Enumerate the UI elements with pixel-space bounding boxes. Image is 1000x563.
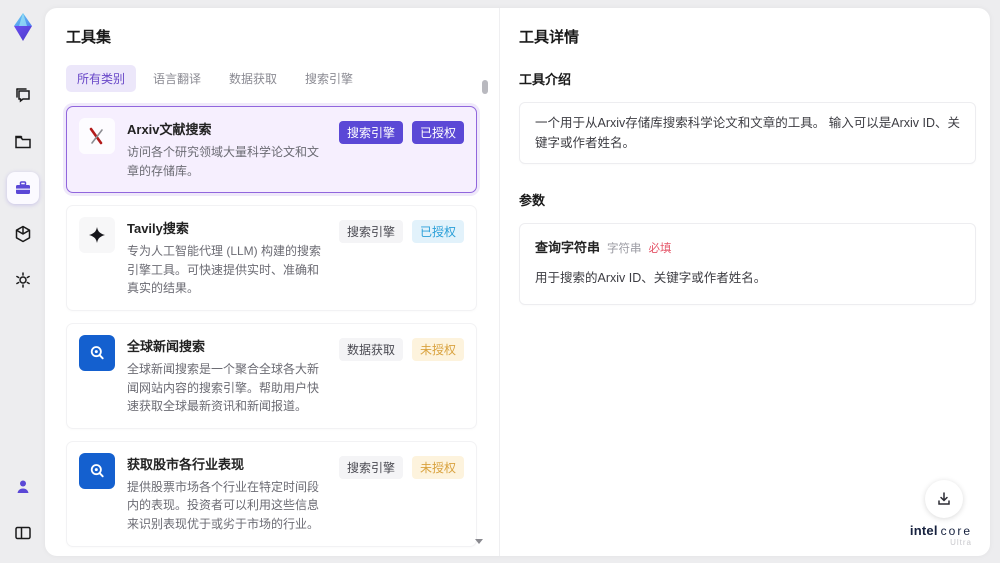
sidebar-item-files[interactable] bbox=[7, 126, 39, 158]
category-tabs: 所有类别 语言翻译 数据获取 搜索引擎 bbox=[66, 65, 477, 92]
category-badge: 数据获取 bbox=[338, 337, 403, 361]
sidebar-item-account[interactable] bbox=[7, 471, 39, 503]
main-window: 工具集 所有类别 语言翻译 数据获取 搜索引擎 Arxiv文献搜索 访问各个研究… bbox=[45, 8, 990, 556]
tool-badges: 搜索引擎 未授权 bbox=[338, 453, 464, 534]
tool-card[interactable]: 全球新闻搜索 全球新闻搜索是一个聚合全球各大新闻网站内容的搜索引擎。帮助用户快速… bbox=[66, 322, 477, 429]
tool-name: 全球新闻搜索 bbox=[127, 338, 206, 354]
detail-title: 工具详情 bbox=[519, 29, 580, 46]
tool-badges: 搜索引擎 已授权 bbox=[338, 118, 464, 180]
cube-icon bbox=[15, 225, 30, 243]
tool-badges: 数据获取 未授权 bbox=[338, 335, 464, 416]
download-icon bbox=[938, 492, 950, 505]
category-tab[interactable]: 数据获取 bbox=[218, 65, 288, 92]
chat-icon bbox=[15, 88, 30, 103]
tool-name: Arxiv文献搜索 bbox=[127, 122, 212, 137]
download-button[interactable] bbox=[925, 480, 963, 518]
user-icon bbox=[17, 480, 28, 493]
intro-heading: 工具介绍 bbox=[519, 72, 572, 87]
scrollbar-thumb[interactable] bbox=[482, 80, 488, 94]
tool-list-panel: 工具集 所有类别 语言翻译 数据获取 搜索引擎 Arxiv文献搜索 访问各个研究… bbox=[45, 8, 500, 556]
tool-card[interactable]: Tavily搜索 专为人工智能代理 (LLM) 构建的搜索引擎工具。可快速提供实… bbox=[66, 205, 477, 311]
params-heading: 参数 bbox=[519, 193, 546, 208]
parameter-box: 查询字符串 字符串 必填 用于搜索的Arxiv ID、关键字或作者姓名。 bbox=[519, 223, 976, 305]
category-tab[interactable]: 所有类别 bbox=[66, 65, 137, 92]
auth-status-badge: 未授权 bbox=[411, 337, 464, 361]
parameter-header: 查询字符串 字符串 必填 bbox=[535, 238, 960, 259]
arxiv-icon bbox=[89, 127, 103, 145]
tool-text: 全球新闻搜索 全球新闻搜索是一个聚合全球各大新闻网站内容的搜索引擎。帮助用户快速… bbox=[127, 335, 327, 416]
tool-card[interactable]: Arxiv文献搜索 访问各个研究领域大量科学论文和文章的存储库。 搜索引擎 已授… bbox=[66, 106, 477, 194]
category-badge: 搜索引擎 bbox=[338, 121, 403, 144]
category-tab[interactable]: 搜索引擎 bbox=[294, 65, 364, 92]
parameter-type: 字符串 bbox=[607, 243, 642, 255]
tavily-icon bbox=[89, 227, 105, 244]
brand-core-text: core bbox=[940, 524, 972, 538]
category-badge: 搜索引擎 bbox=[338, 220, 403, 244]
tool-icon bbox=[79, 217, 115, 254]
app-sidebar bbox=[0, 0, 45, 563]
news-search-icon bbox=[90, 346, 104, 360]
sidebar-item-tools[interactable] bbox=[6, 172, 39, 204]
intro-text: 一个用于从Arxiv存储库搜索科学论文和文章的工具。 输入可以是Arxiv ID… bbox=[535, 116, 961, 150]
sidebar-item-settings[interactable] bbox=[7, 264, 39, 296]
scroll-down-icon[interactable] bbox=[475, 539, 483, 544]
tool-text: Arxiv文献搜索 访问各个研究领域大量科学论文和文章的存储库。 bbox=[127, 118, 327, 180]
app-logo-icon bbox=[13, 13, 32, 41]
sidebar-item-collapse[interactable] bbox=[7, 517, 39, 549]
tool-name: 获取股市各行业表现 bbox=[127, 456, 245, 472]
list-scrollbar[interactable] bbox=[475, 76, 488, 552]
parameter-description: 用于搜索的Arxiv ID、关键字或作者姓名。 bbox=[535, 270, 767, 285]
auth-status-badge: 已授权 bbox=[411, 121, 464, 144]
tool-text: Tavily搜索 专为人工智能代理 (LLM) 构建的搜索引擎工具。可快速提供实… bbox=[127, 217, 327, 298]
tool-card[interactable]: 获取股市各行业表现 提供股票市场各个行业在特定时间段内的表现。投资者可以利用这些… bbox=[66, 440, 477, 547]
tool-description: 专为人工智能代理 (LLM) 构建的搜索引擎工具。可快速提供实时、准确和真实的结… bbox=[127, 244, 322, 296]
tool-badges: 搜索引擎 已授权 bbox=[338, 217, 464, 298]
tool-icon bbox=[79, 334, 115, 371]
brand-sub-text: Ultra bbox=[950, 538, 972, 547]
sidebar-item-chat[interactable] bbox=[7, 80, 39, 112]
auth-status-badge: 未授权 bbox=[411, 455, 464, 479]
tool-name: Tavily搜索 bbox=[127, 221, 189, 237]
sidebar-item-models[interactable] bbox=[7, 218, 39, 250]
intel-core-logo: intel core Ultra bbox=[910, 524, 972, 547]
panel-toggle-icon bbox=[14, 526, 31, 540]
toolbox-icon bbox=[15, 181, 30, 194]
parameter-required-badge: 必填 bbox=[648, 243, 672, 255]
tool-icon bbox=[79, 118, 115, 154]
parameter-name: 查询字符串 bbox=[535, 240, 601, 255]
news-search-icon bbox=[90, 463, 104, 477]
tool-description: 提供股票市场各个行业在特定时间段内的表现。投资者可以利用这些信息来识别表现优于或… bbox=[127, 479, 320, 531]
brand-intel-text: intel bbox=[909, 523, 938, 538]
page-title: 工具集 bbox=[66, 29, 112, 46]
tool-detail-panel: 工具详情 工具介绍 一个用于从Arxiv存储库搜索科学论文和文章的工具。 输入可… bbox=[500, 8, 990, 556]
tool-text: 获取股市各行业表现 提供股票市场各个行业在特定时间段内的表现。投资者可以利用这些… bbox=[127, 453, 327, 534]
category-tab[interactable]: 语言翻译 bbox=[142, 65, 212, 92]
tool-icon bbox=[79, 452, 115, 489]
tool-description: 全球新闻搜索是一个聚合全球各大新闻网站内容的搜索引擎。帮助用户快速获取全球最新资… bbox=[127, 361, 320, 414]
gear-icon bbox=[15, 272, 30, 288]
folder-icon bbox=[14, 135, 31, 149]
category-badge: 搜索引擎 bbox=[338, 455, 403, 479]
tool-description: 访问各个研究领域大量科学论文和文章的存储库。 bbox=[127, 145, 320, 178]
tool-list: Arxiv文献搜索 访问各个研究领域大量科学论文和文章的存储库。 搜索引擎 已授… bbox=[66, 106, 477, 556]
auth-status-badge: 已授权 bbox=[411, 220, 464, 244]
intro-box: 一个用于从Arxiv存储库搜索科学论文和文章的工具。 输入可以是Arxiv ID… bbox=[519, 102, 976, 164]
